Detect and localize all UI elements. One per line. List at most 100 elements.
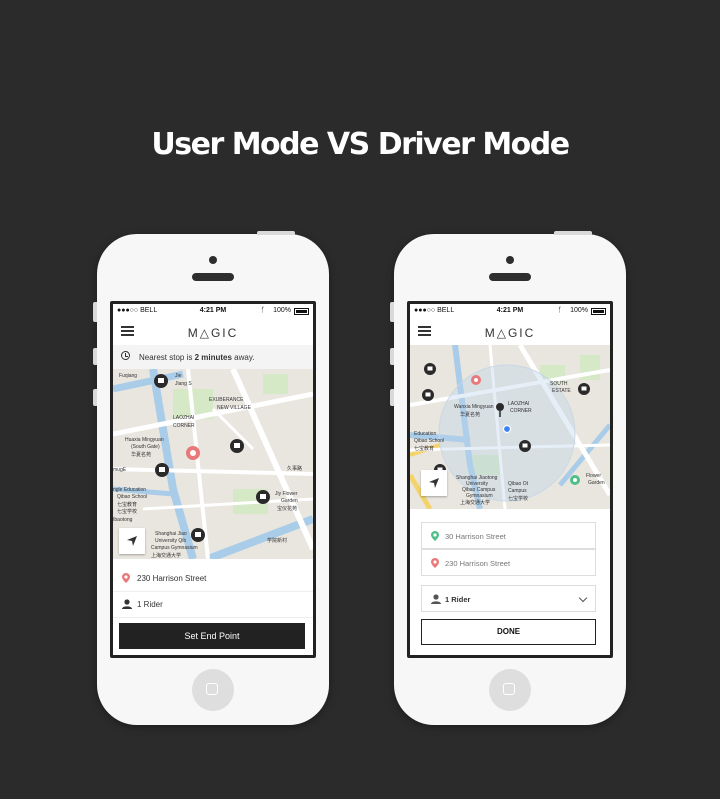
destination-field[interactable]: 230 Harrison Street [421,549,596,576]
user-icon [431,594,441,604]
map-label: Jiang S [175,381,192,387]
map-label: 上海交通大学 [460,500,491,506]
bluetooth-icon: ᚶ [260,307,265,314]
mute-switch [93,302,97,322]
pickup-field[interactable]: 30 Harrison Street [421,522,596,549]
notice-suffix: away. [231,353,255,362]
bus-stop-marker[interactable] [154,374,168,388]
bus-stop-marker[interactable] [424,363,436,375]
earpiece-speaker [192,273,234,281]
volume-down-button [390,389,394,406]
map-label: Qibao School [414,438,445,444]
screen-bezel: ●●●○○ BELL 4:21 PM ᚶ 100% M△GIC Wanxia M… [407,301,613,658]
locate-me-button[interactable] [119,528,145,554]
app-logo: M△GIC [484,326,536,340]
map-label: 七宝教育 [117,502,138,508]
power-button [554,231,592,235]
bus-stop-marker[interactable] [230,439,244,453]
front-camera [209,256,217,264]
phone-driver-mode: ●●●○○ BELL 4:21 PM ᚶ 100% M△GIC Wanxia M… [390,231,626,725]
locate-me-button[interactable] [421,470,447,496]
clock-icon [121,351,130,360]
nearest-stop-text: Nearest stop is 2 minutes away. [139,353,254,362]
nav-bar: M△GIC [113,317,313,346]
bus-stop-marker[interactable] [578,383,590,395]
status-bar: ●●●○○ BELL 4:21 PM ᚶ 100% [113,304,313,317]
nearest-stop-notice: Nearest stop is 2 minutes away. [113,345,313,369]
location-pin-icon [122,573,130,583]
map-label: EXUBERANCE [209,397,244,403]
nav-bar: M△GIC [410,317,610,346]
map-label: 宝仪花苑 [277,506,298,512]
power-button [257,231,295,235]
headline: User Mode VS Driver Mode [151,127,570,162]
set-end-point-button[interactable]: Set End Point [119,623,305,649]
map-label: Garden [281,498,298,504]
map-label: ngle Education [113,487,147,493]
bus-stop-marker[interactable] [422,389,434,401]
volume-up-button [93,348,97,365]
map-label: ESTATE [552,388,571,394]
battery-icon [294,308,309,315]
map-label: CORNER [510,408,532,414]
bus-stop-marker[interactable] [155,463,169,477]
map-label: 七宝教育 [414,446,435,452]
map-label: NEW VILLAGE [217,405,251,411]
rider-count-row[interactable]: 1 Rider [113,591,313,618]
bus-stop-marker[interactable] [519,440,531,452]
destination-pin[interactable] [570,475,580,485]
map-label: 上海交通大学 [151,553,182,559]
app-logo: M△GIC [187,326,239,340]
map-label: Jiy Flower [275,491,298,497]
earpiece-speaker [489,273,531,281]
home-square-icon [206,683,218,695]
battery-percent: 100% [570,307,588,314]
selected-location-pin[interactable] [186,446,200,460]
map-label: Qibao Ot [508,481,529,487]
status-bar: ●●●○○ BELL 4:21 PM ᚶ 100% [410,304,610,317]
destination-row[interactable]: 230 Harrison Street [113,565,313,592]
chevron-down-icon [578,593,588,603]
screen-bezel: ●●●○○ BELL 4:21 PM ᚶ 100% M△GIC Nearest … [110,301,316,658]
pickup-address: 30 Harrison Street [445,532,506,541]
bluetooth-icon: ᚶ [557,307,562,314]
notice-minutes: 2 minutes [194,353,232,362]
notice-prefix: Nearest stop is [139,353,195,362]
bus-stop-marker[interactable] [256,490,270,504]
map-label: 学院新村 [267,538,288,544]
done-button[interactable]: DONE [421,619,596,645]
current-position-dot [502,424,512,434]
map-label: Education [414,431,437,437]
map-label: 七宝学校 [508,496,529,502]
destination-address: 230 Harrison Street [137,574,207,583]
map-label: 久事路 [287,466,303,472]
map-label: LAOZHAI [508,401,530,407]
map-view[interactable]: Fuqiang Jie Jiang S EXUBERANCE NEW VILLA… [113,369,313,559]
map-label: Campus [508,488,527,494]
map-label: 七宝学校 [117,509,138,515]
map-label: Campus Gymnasium [151,545,198,551]
map-label: Qibao School [117,494,148,500]
home-button[interactable] [192,669,234,711]
map-label: mugE [113,467,127,473]
rider-count-select[interactable]: 1 Rider [421,585,596,612]
app-screen-driver: ●●●○○ BELL 4:21 PM ᚶ 100% M△GIC Wanxia M… [410,304,610,655]
map-label: Jie [175,373,182,379]
home-button[interactable] [489,669,531,711]
map-label: Flower [586,473,602,479]
map-label: Fuqiang [119,373,138,379]
map-label: Huaxia Mingyuan [125,437,164,443]
rider-count: 1 Rider [137,600,163,609]
rider-request-pin[interactable] [471,375,481,385]
navigation-arrow-icon [429,478,439,488]
volume-up-button [390,348,394,365]
user-icon [122,599,132,609]
battery-percent: 100% [273,307,291,314]
location-pin-icon [431,531,439,541]
rider-count: 1 Rider [445,595,471,604]
map-label: Wanxia Mingyuan [454,404,494,410]
map-view[interactable]: Wanxia Mingyuan 华夏名苑 Education Qibao Sch… [410,345,610,509]
bus-stop-marker[interactable] [191,528,205,542]
map-label: Ibaotong [113,517,133,523]
location-pin-icon [431,558,439,568]
